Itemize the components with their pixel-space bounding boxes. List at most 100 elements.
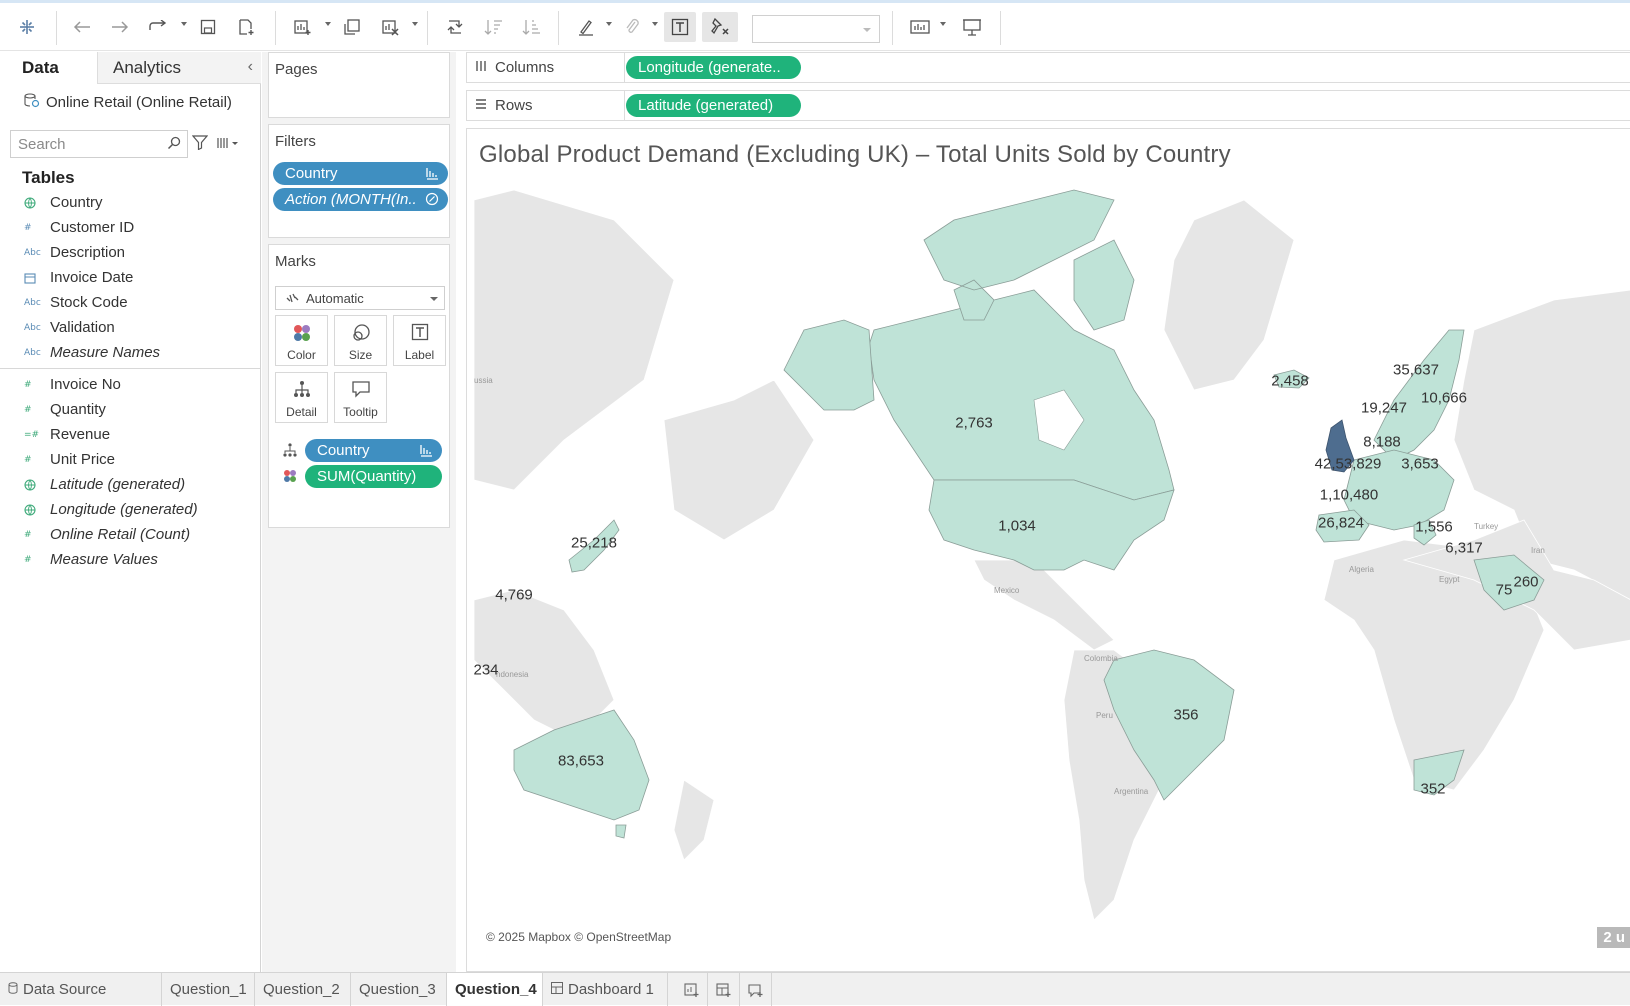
- field-description[interactable]: Abc Description: [0, 240, 260, 265]
- new-datasource-icon[interactable]: [234, 12, 258, 42]
- field-measure-values[interactable]: # Measure Values: [0, 547, 260, 572]
- mark-label-south-africa[interactable]: 352: [1420, 781, 1445, 798]
- mark-label-saudi-arabia[interactable]: 75: [1496, 582, 1513, 599]
- search-input[interactable]: [11, 131, 161, 157]
- mark-label-canada[interactable]: 2,763: [955, 415, 993, 432]
- field-online-retail-count[interactable]: # Online Retail (Count): [0, 522, 260, 547]
- show-cards-icon[interactable]: [908, 12, 932, 42]
- marks-label-button[interactable]: Label: [393, 315, 446, 366]
- mark-label-brazil[interactable]: 356: [1173, 707, 1198, 724]
- sort-descending-icon[interactable]: [519, 12, 543, 42]
- clear-dropdown-icon[interactable]: [412, 22, 418, 26]
- mark-label-usa[interactable]: 1,034: [998, 518, 1036, 535]
- filters-card[interactable]: Filters Country Action (MONTH(In..: [268, 124, 450, 238]
- group-dropdown-icon[interactable]: [652, 22, 658, 26]
- map-view[interactable]: 2,763 1,034 356 83,653 25,218 4,769 234 2,458 35…: [474, 180, 1630, 958]
- map-badge: 2 u: [1597, 927, 1630, 948]
- mark-label-cyprus[interactable]: 6,317: [1445, 540, 1483, 557]
- marks-tooltip-button[interactable]: Tooltip: [334, 372, 387, 423]
- tab-dashboard-1[interactable]: Dashboard 1: [543, 973, 668, 1006]
- undo-icon[interactable]: [70, 12, 94, 42]
- mark-label-iceland[interactable]: 2,458: [1271, 373, 1309, 390]
- redo-icon[interactable]: [108, 12, 132, 42]
- marks-detail-button[interactable]: Detail: [275, 372, 328, 423]
- sort-ascending-icon[interactable]: [481, 12, 505, 42]
- mark-label-poland[interactable]: 3,653: [1401, 456, 1439, 473]
- field-unit-price[interactable]: # Unit Price: [0, 447, 260, 472]
- mark-label-norway[interactable]: 19,247: [1361, 400, 1407, 417]
- new-worksheet-dropdown-icon[interactable]: [325, 22, 331, 26]
- field-quantity[interactable]: # Quantity: [0, 397, 260, 422]
- field-validation[interactable]: Abc Validation: [0, 315, 260, 340]
- mark-label-indonesia[interactable]: 234: [474, 662, 499, 679]
- search-box[interactable]: [10, 130, 188, 158]
- tab-question-1[interactable]: Question_1: [162, 973, 255, 1006]
- mark-label-united-kingdom[interactable]: 42,53,829: [1315, 456, 1382, 473]
- field-customer-id[interactable]: # Customer ID: [0, 215, 260, 240]
- new-worksheet-tab-icon[interactable]: [676, 973, 708, 1006]
- tab-question-4[interactable]: Question_4: [447, 973, 543, 1006]
- save-icon[interactable]: [196, 12, 220, 42]
- rows-pill-latitude[interactable]: Latitude (generated): [626, 94, 801, 117]
- mark-label-france[interactable]: 1,10,480: [1320, 487, 1378, 504]
- mark-label-australia[interactable]: 83,653: [558, 753, 604, 770]
- field-longitude-generated[interactable]: Longitude (generated): [0, 497, 260, 522]
- new-dashboard-tab-icon[interactable]: [708, 973, 740, 1006]
- tab-analytics[interactable]: Analytics ‹: [97, 52, 261, 84]
- field-revenue[interactable]: =# Revenue: [0, 422, 260, 447]
- tableau-logo-icon[interactable]: [16, 12, 38, 42]
- new-worksheet-icon[interactable]: [290, 12, 314, 42]
- tab-question-2[interactable]: Question_2: [255, 973, 351, 1006]
- replay-icon[interactable]: [146, 12, 170, 42]
- clear-sheet-icon[interactable]: [378, 12, 402, 42]
- mark-type-dropdown[interactable]: Automatic: [275, 286, 445, 310]
- mark-label-sweden[interactable]: 35,637: [1393, 362, 1439, 379]
- highlight-dropdown-icon[interactable]: [606, 22, 612, 26]
- mark-label-uae[interactable]: 260: [1513, 574, 1538, 591]
- field-country[interactable]: Country: [0, 190, 260, 215]
- columns-pill-longitude[interactable]: Longitude (generate..: [626, 56, 801, 79]
- rows-shelf[interactable]: Rows Latitude (generated): [466, 90, 1630, 121]
- field-latitude-generated[interactable]: Latitude (generated): [0, 472, 260, 497]
- replay-dropdown-icon[interactable]: [181, 22, 187, 26]
- marks-size-button[interactable]: Size: [334, 315, 387, 366]
- show-mark-labels-icon[interactable]: [664, 12, 696, 42]
- fix-axes-pin-icon[interactable]: [702, 12, 738, 42]
- collapse-pane-icon[interactable]: ‹: [248, 58, 253, 76]
- tab-data[interactable]: Data: [0, 52, 97, 84]
- filter-icon[interactable]: [191, 134, 209, 155]
- presentation-mode-icon[interactable]: [960, 12, 984, 42]
- new-story-tab-icon[interactable]: [740, 973, 772, 1006]
- marks-card[interactable]: Marks Automatic Color Size Label Detail …: [268, 244, 450, 528]
- columns-shelf[interactable]: Columns Longitude (generate..: [466, 52, 1630, 83]
- fit-width-dropdown[interactable]: [752, 15, 880, 43]
- search-icon[interactable]: [167, 136, 181, 155]
- pages-card[interactable]: Pages: [268, 52, 450, 118]
- marks-pill-country[interactable]: Country: [305, 439, 442, 462]
- swap-rows-columns-icon[interactable]: [443, 12, 467, 42]
- group-members-icon[interactable]: [620, 12, 644, 42]
- tab-label: Dashboard 1: [568, 981, 654, 998]
- highlight-icon[interactable]: [574, 12, 598, 42]
- field-stock-code[interactable]: Abc Stock Code: [0, 290, 260, 315]
- mark-label-finland[interactable]: 10,666: [1421, 390, 1467, 407]
- tab-data-source[interactable]: Data Source: [0, 973, 162, 1006]
- field-invoice-no[interactable]: # Invoice No: [0, 372, 260, 397]
- filter-pill-country[interactable]: Country: [273, 162, 448, 185]
- filter-pill-action[interactable]: Action (MONTH(In..: [273, 188, 448, 211]
- string-type-icon: Abc: [24, 347, 41, 358]
- marks-pill-sum-quantity[interactable]: SUM(Quantity): [305, 465, 442, 488]
- mark-label-spain[interactable]: 26,824: [1318, 515, 1364, 532]
- field-invoice-date[interactable]: Invoice Date: [0, 265, 260, 290]
- mark-label-japan[interactable]: 25,218: [571, 535, 617, 552]
- duplicate-sheet-icon[interactable]: [340, 12, 364, 42]
- tab-question-3[interactable]: Question_3: [351, 973, 447, 1006]
- mark-label-greece[interactable]: 1,556: [1415, 519, 1453, 536]
- field-measure-names[interactable]: Abc Measure Names: [0, 340, 260, 365]
- datasource-item[interactable]: Online Retail (Online Retail): [24, 92, 232, 112]
- marks-color-button[interactable]: Color: [275, 315, 328, 366]
- view-options-icon[interactable]: [217, 136, 241, 154]
- show-cards-dropdown-icon[interactable]: [940, 22, 946, 26]
- mark-label-singapore[interactable]: 4,769: [495, 587, 533, 604]
- mark-label-denmark[interactable]: 8,188: [1363, 434, 1401, 451]
